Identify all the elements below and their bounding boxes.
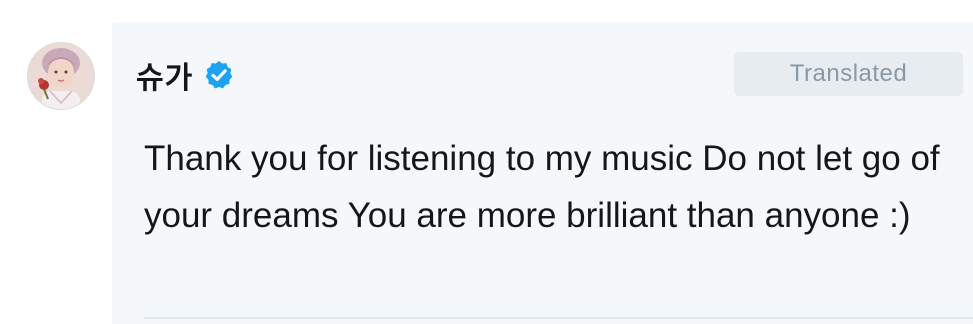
tweet-card: 슈가 Translated Thank you for listening to… — [112, 22, 973, 324]
divider — [144, 317, 973, 319]
screen: 슈가 Translated Thank you for listening to… — [0, 0, 973, 324]
tweet-text: Thank you for listening to my music Do n… — [144, 139, 940, 235]
avatar[interactable] — [28, 43, 94, 109]
avatar-image — [28, 43, 94, 109]
tweet-header: 슈가 — [136, 52, 235, 98]
author-name[interactable]: 슈가 — [136, 53, 193, 97]
translated-button[interactable]: Translated — [734, 52, 963, 96]
verified-badge-icon — [203, 59, 235, 91]
